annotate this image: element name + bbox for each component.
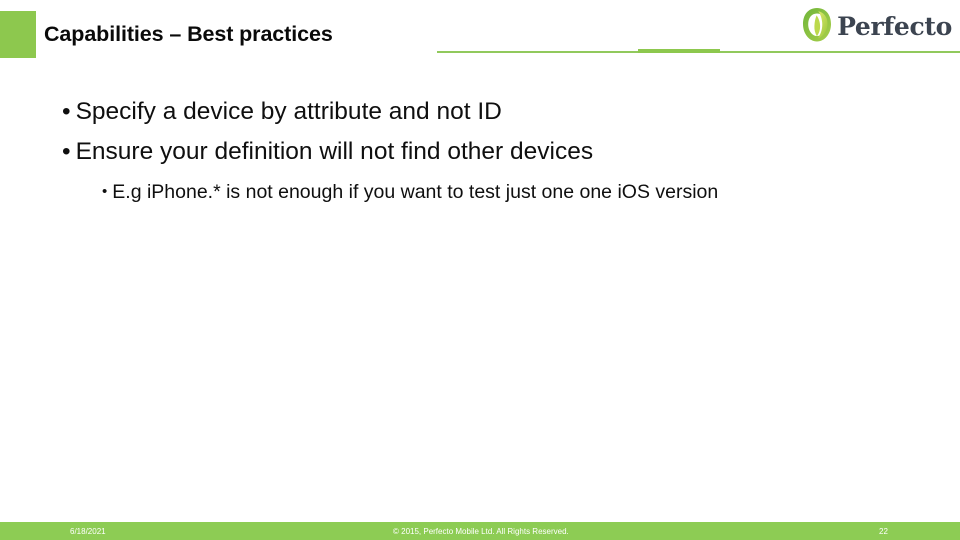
brand-logo: Perfecto bbox=[802, 6, 952, 44]
perfecto-leaf-icon bbox=[802, 7, 832, 43]
footer-page-number: 22 bbox=[879, 527, 888, 536]
list-item-label: Ensure your definition will not find oth… bbox=[75, 138, 594, 165]
list-item: • Specify a device by attribute and not I… bbox=[62, 98, 502, 126]
header-accent-block bbox=[0, 11, 36, 58]
footer-date: 6/18/2021 bbox=[70, 527, 106, 536]
sub-list-item-label: E.g iPhone.* is not enough if you want t… bbox=[112, 181, 719, 203]
page-title: Capabilities – Best practices bbox=[44, 22, 333, 46]
bullet-marker: • bbox=[102, 183, 108, 200]
bullet-marker: • bbox=[62, 138, 71, 165]
slide-canvas: Capabilities – Best practices Perfecto •… bbox=[0, 0, 960, 540]
list-item: • Ensure your definition will not find ot… bbox=[62, 138, 593, 166]
sub-list-item: • E.g iPhone.* is not enough if you want … bbox=[102, 181, 718, 203]
slide-body: • Specify a device by attribute and not I… bbox=[0, 84, 960, 504]
list-item-label: Specify a device by attribute and not ID bbox=[75, 98, 502, 125]
brand-wordmark: Perfecto bbox=[837, 11, 952, 41]
header-divider-accent bbox=[638, 49, 720, 53]
footer-copyright: © 2015, Perfecto Mobile Ltd. All Rights … bbox=[393, 527, 569, 536]
bullet-marker: • bbox=[62, 98, 71, 125]
